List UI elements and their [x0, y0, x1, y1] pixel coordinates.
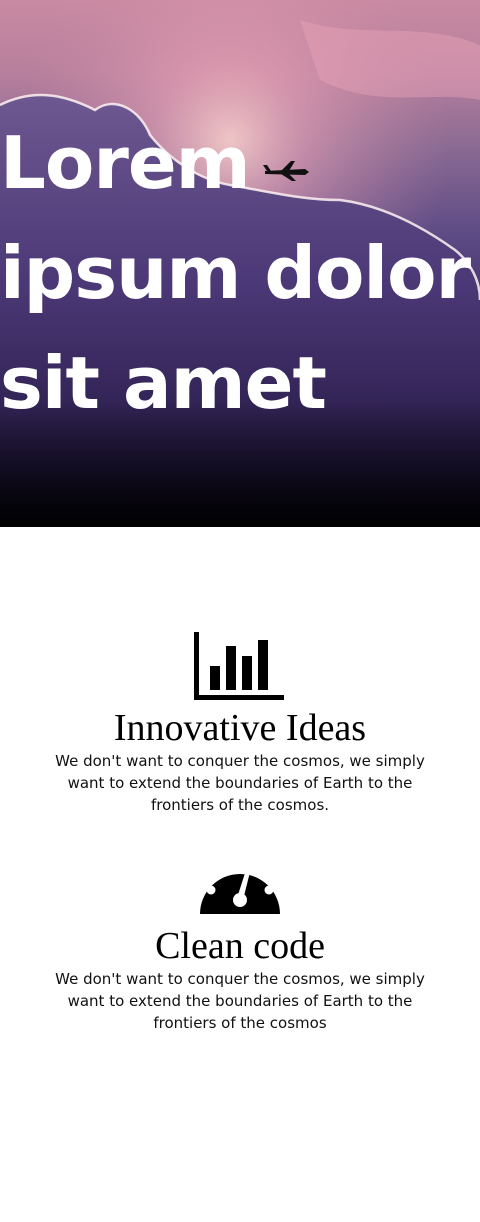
feature-title: Clean code	[155, 925, 325, 967]
feature-description: We don't want to conquer the cosmos, we …	[55, 970, 425, 1032]
hero-section: Lorem ipsum dolor sit amet	[0, 0, 480, 527]
features-section: Innovative Ideas We don't want to conque…	[0, 527, 480, 1222]
speedometer-icon	[200, 859, 280, 914]
hero-title: Lorem ipsum dolor sit amet	[0, 121, 471, 425]
feature-title: Innovative Ideas	[113, 707, 367, 749]
feature-clean-code: Clean code We don't want to conquer the …	[0, 850, 480, 1034]
bar-chart-icon	[194, 632, 284, 700]
feature-innovative-ideas: Innovative Ideas We don't want to conque…	[0, 632, 480, 816]
feature-description: We don't want to conquer the cosmos, we …	[55, 752, 425, 814]
